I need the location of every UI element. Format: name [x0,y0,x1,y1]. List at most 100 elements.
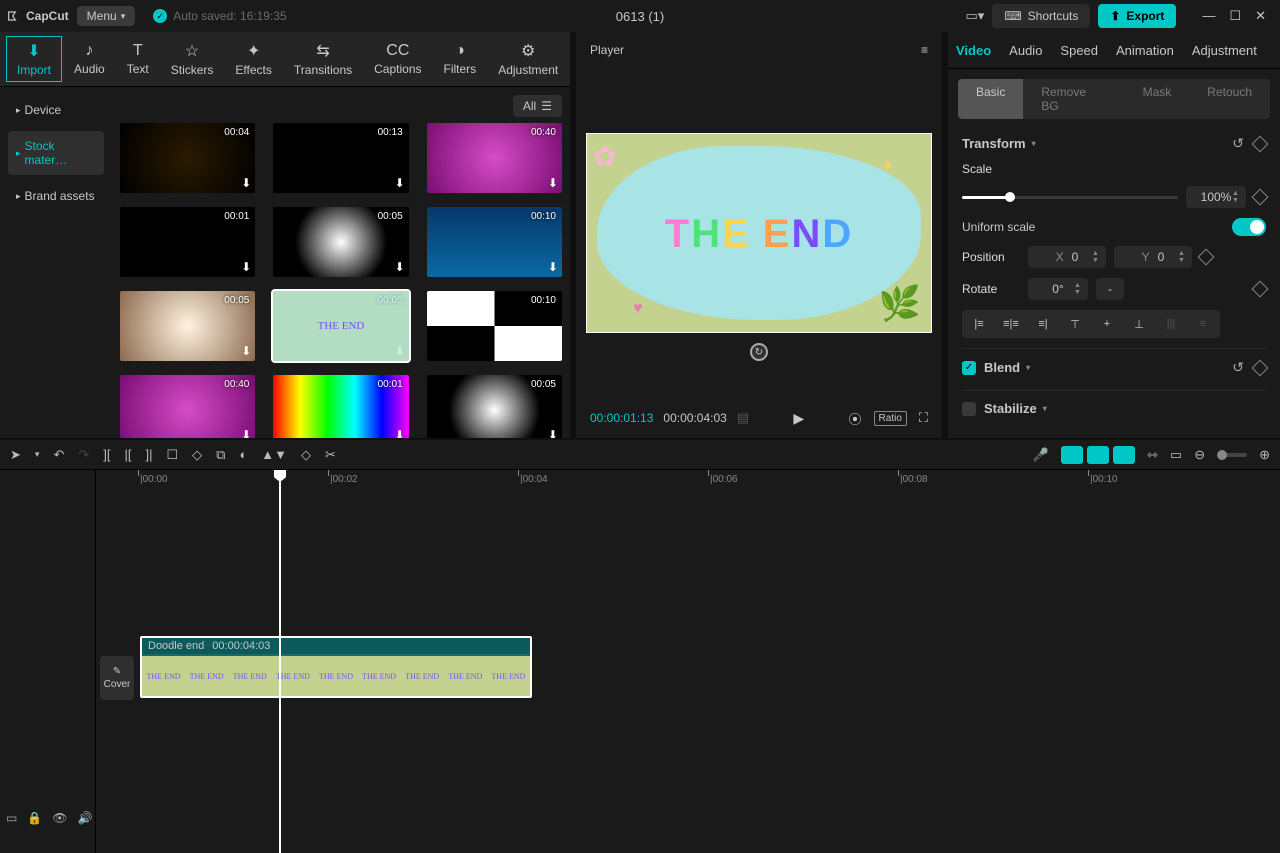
track-settings-icon[interactable]: ▭ [6,811,17,825]
asset-filter-button[interactable]: All ☰ [513,95,562,117]
transform-reset-icon[interactable]: ↺ [1232,135,1244,152]
download-icon[interactable]: ⬇ [548,344,558,358]
asset-item[interactable]: 00:01⬇ [120,207,255,277]
minimize-button[interactable]: — [1202,8,1215,24]
inspector-tab-video[interactable]: Video [956,43,991,58]
tool-tab-import[interactable]: ⬇Import [6,36,62,82]
align-right-icon[interactable]: ≡| [1030,314,1056,334]
rotate-field[interactable]: 0° ▲▼ [1028,278,1088,300]
blend-keyframe-icon[interactable] [1252,359,1269,376]
pointer-tool-icon[interactable]: ➤ [10,447,21,463]
mirror-field[interactable]: - [1096,278,1124,300]
preview-toggle-icon[interactable]: ▭ [1170,447,1182,463]
asset-item[interactable]: 00:04⬇ [120,123,255,193]
trim-left-icon[interactable]: |[ [124,447,131,462]
maximize-button[interactable]: ☐ [1229,8,1241,24]
asset-item[interactable]: 00:05⬇ [120,291,255,361]
close-button[interactable]: ✕ [1255,8,1266,24]
track-mute-icon[interactable]: 🔊 [78,811,93,825]
tool-tab-adjustment[interactable]: ⚙Adjustment [488,37,568,81]
transform-section-title[interactable]: Transform [962,136,1036,151]
subtab-retouch[interactable]: Retouch [1189,79,1270,119]
trim-right-icon[interactable]: ]| [145,447,152,462]
step-down-icon[interactable]: ▼ [1232,197,1244,204]
download-icon[interactable]: ⬇ [548,176,558,190]
stabilize-checkbox[interactable] [962,402,976,416]
inspector-tab-adjustment[interactable]: Adjustment [1192,43,1257,58]
magnet-2-icon[interactable] [1087,446,1109,464]
split-icon[interactable]: ][ [103,447,110,462]
redo-icon[interactable]: ↷ [78,447,89,463]
blend-checkbox[interactable]: ✓ [962,361,976,375]
timeline-clip[interactable]: Doodle end 00:00:04:03 THE ENDTHE ENDTHE… [140,636,532,698]
zoom-slider[interactable] [1217,453,1247,457]
scale-keyframe-icon[interactable] [1252,189,1269,206]
ratio-button[interactable]: Ratio [874,411,907,426]
menu-button[interactable]: Menu ▾ [77,6,136,26]
play-button[interactable]: ▶ [793,410,804,427]
crop-icon[interactable]: ✂ [325,447,336,463]
delete-icon[interactable]: ☐ [166,447,178,463]
position-keyframe-icon[interactable] [1198,249,1215,266]
transform-keyframe-icon[interactable] [1252,135,1269,152]
undo-icon[interactable]: ↶ [53,447,64,463]
blend-reset-icon[interactable]: ↺ [1232,359,1244,376]
align-left-icon[interactable]: |≡ [966,314,992,334]
subtab-remove-bg[interactable]: Remove BG [1023,79,1124,119]
asset-item[interactable]: 00:05⬇ [427,375,562,438]
zoom-out-icon[interactable]: ⊖ [1194,447,1205,463]
asset-item[interactable]: 00:10⬇ [427,291,562,361]
tool-tab-filters[interactable]: ◑Filters [434,38,487,80]
asset-item[interactable]: 00:05⬇ [273,207,408,277]
stabilize-section-title[interactable]: Stabilize [984,401,1047,416]
distribute-h-icon[interactable]: ||| [1158,314,1184,334]
asset-item[interactable]: 00:40⬇ [427,123,562,193]
copy-icon[interactable]: ⧉ [216,447,225,463]
category-device[interactable]: Device [8,95,104,125]
tool-tab-captions[interactable]: CCCaptions [364,38,431,80]
inspector-tab-audio[interactable]: Audio [1009,43,1042,58]
mic-icon[interactable]: 🎤 [1033,447,1049,463]
focus-icon[interactable]: ⦿ [849,409,862,428]
rotate-keyframe-icon[interactable] [1252,281,1269,298]
download-icon[interactable]: ⬇ [241,176,251,190]
download-icon[interactable]: ⬇ [395,260,405,274]
pointer-dropdown-icon[interactable]: ▾ [35,449,40,460]
preview-canvas[interactable]: THE END ✿ ✦ 🌿 ♥ [586,133,932,333]
subtab-basic[interactable]: Basic [958,79,1023,119]
shortcuts-button[interactable]: ⌨ Shortcuts [992,4,1090,28]
zoom-in-icon[interactable]: ⊕ [1259,447,1270,463]
download-icon[interactable]: ⬇ [395,428,405,438]
magnet-1-icon[interactable] [1061,446,1083,464]
tool-tab-transitions[interactable]: ⇆Transitions [284,37,362,81]
category-brand-assets[interactable]: Brand assets [8,181,104,211]
scale-slider[interactable] [962,196,1178,199]
asset-item[interactable]: 00:10⬇ [427,207,562,277]
download-icon[interactable]: ⬇ [395,176,405,190]
download-icon[interactable]: ⬇ [548,260,558,274]
bookmark-icon[interactable]: ◇ [192,447,202,463]
position-y-field[interactable]: Y 0 ▲▼ [1114,246,1192,268]
subtab-mask[interactable]: Mask [1125,79,1190,119]
tool-tab-stickers[interactable]: ☆Stickers [161,37,224,81]
asset-item[interactable]: 00:01⬇ [273,375,408,438]
position-x-field[interactable]: X 0 ▲▼ [1028,246,1106,268]
blend-section-title[interactable]: Blend [984,360,1030,375]
link-icon[interactable]: ⇿ [1147,447,1158,463]
inspector-tab-speed[interactable]: Speed [1060,43,1098,58]
playhead[interactable] [279,470,281,853]
layout-icon[interactable]: ▭▾ [966,8,985,24]
asset-item[interactable]: 00:05⬇THE END [273,291,408,361]
cover-button[interactable]: ✎ Cover [100,656,134,700]
tool-tab-text[interactable]: TText [117,38,159,80]
scale-value-field[interactable]: 100% ▲▼ [1186,186,1246,208]
align-bottom-icon[interactable]: ⊥ [1126,314,1152,334]
distribute-v-icon[interactable]: ≡ [1190,314,1216,334]
fullscreen-icon[interactable]: ⛶ [919,410,928,426]
uniform-scale-toggle[interactable] [1232,218,1266,236]
player-menu-icon[interactable]: ≡ [921,43,928,57]
track-lock-icon[interactable]: 🔒 [27,811,42,825]
download-icon[interactable]: ⬇ [241,260,251,274]
download-icon[interactable]: ⬇ [241,344,251,358]
export-button[interactable]: ⬆ Export [1098,4,1176,28]
